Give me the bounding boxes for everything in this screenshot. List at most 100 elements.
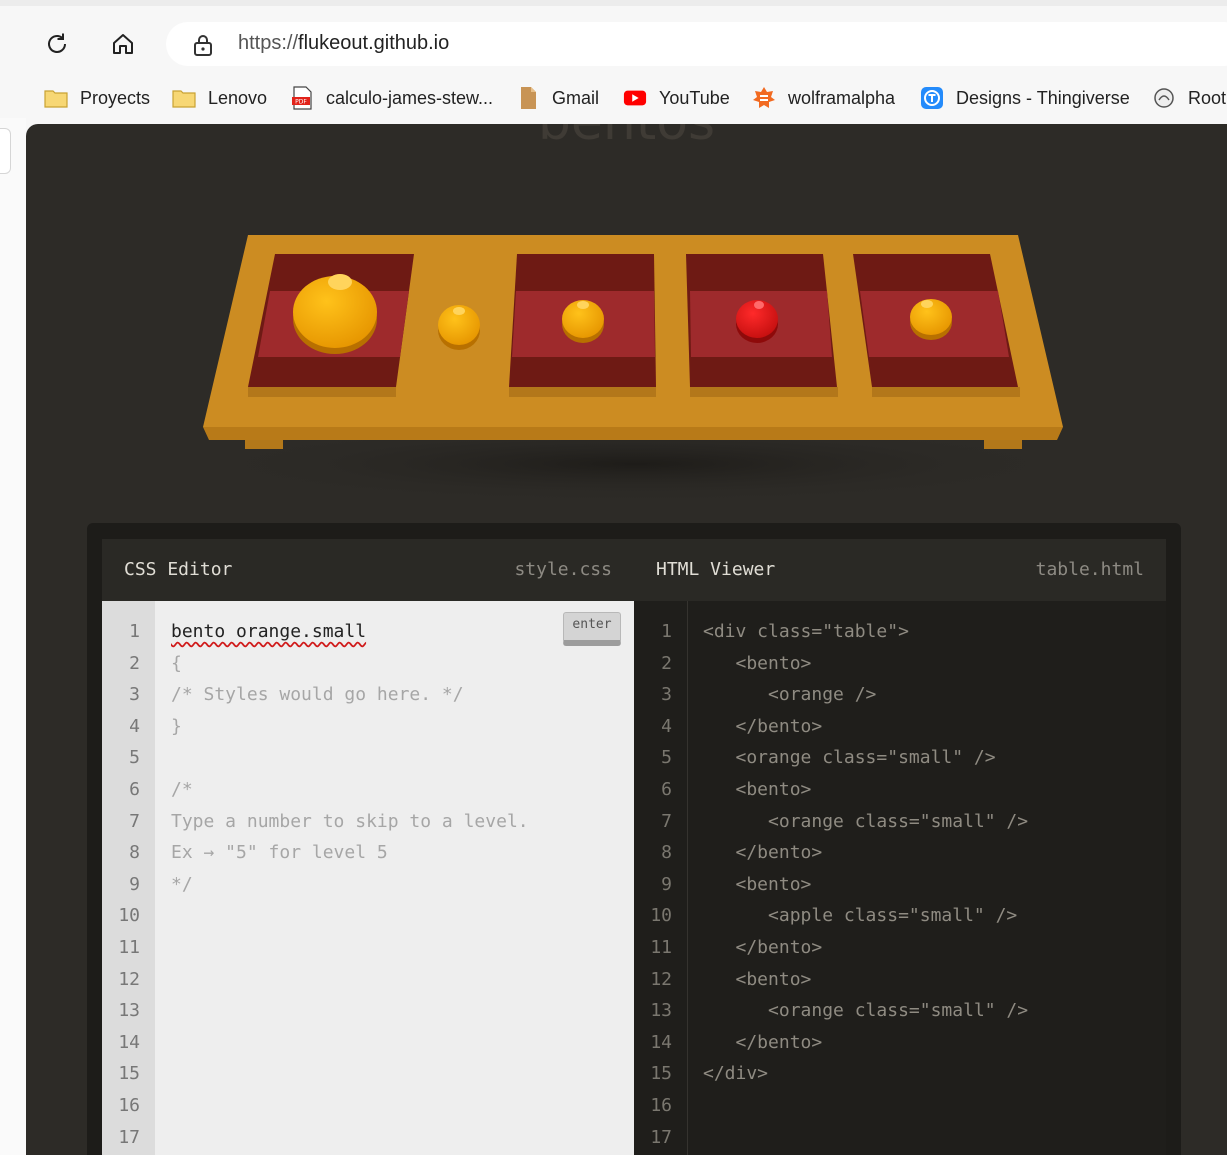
side-panel — [0, 118, 26, 1155]
html-viewer-header: HTML Viewer table.html — [634, 539, 1166, 602]
css-code-line: /* Styles would go here. */ — [171, 684, 464, 706]
line-number: 7 — [129, 810, 140, 832]
apple-small[interactable] — [736, 300, 778, 343]
bookmark-label: calculo-james-stew... — [326, 87, 494, 108]
document-icon — [516, 87, 540, 109]
css-code-line: /* — [171, 779, 193, 800]
refresh-icon — [48, 33, 66, 53]
line-number: 8 — [129, 842, 140, 864]
enter-button[interactable]: enter — [563, 612, 621, 646]
pdf-icon: PDF — [290, 86, 314, 110]
css-code-line: */ — [171, 873, 193, 895]
html-code-line: <orange class="small" /> — [703, 810, 1029, 832]
line-number: 17 — [650, 1126, 672, 1148]
line-number: 2 — [129, 652, 140, 674]
bookmark-youtube[interactable]: YouTube — [623, 86, 730, 110]
bookmark-label: Designs - Thingiverse — [956, 87, 1130, 108]
html-code-line: </bento> — [703, 937, 823, 958]
line-number: 14 — [118, 1031, 140, 1053]
orange-small[interactable] — [910, 299, 952, 340]
line-number: 11 — [650, 937, 672, 958]
html-code-line: <bento> — [703, 873, 812, 895]
css-editor-title: CSS Editor — [124, 559, 233, 580]
line-number: 12 — [650, 968, 672, 990]
line-number: 11 — [118, 937, 140, 958]
line-number: 9 — [129, 873, 140, 895]
html-code-line: </bento> — [703, 715, 823, 737]
address-bar[interactable]: https://flukeout.github.io — [166, 22, 1227, 66]
bookmark-label: Gmail — [552, 87, 600, 108]
bookmark-lenovo[interactable]: Lenovo — [172, 86, 267, 110]
svg-text:PDF: PDF — [295, 99, 307, 106]
css-editor-filename: style.css — [514, 559, 612, 580]
bookmark-label: Root — [1188, 87, 1227, 108]
html-viewer-title: HTML Viewer — [656, 559, 776, 580]
bookmarks-bar: Proyects Lenovo PDF calculo-james-stew..… — [0, 78, 1227, 118]
line-number: 16 — [650, 1095, 672, 1116]
css-selector-input[interactable]: bento orange.small — [171, 621, 366, 642]
line-number: 12 — [118, 968, 140, 990]
home-icon — [113, 34, 133, 54]
line-number: 1 — [129, 621, 140, 642]
css-code-line: Type a number to skip to a level. — [171, 810, 529, 832]
css-editor: 1 2 3 4 5 6 7 8 9 10 11 12 13 14 15 16 17 bento orange.s… — [102, 601, 634, 1155]
line-number: 4 — [661, 715, 672, 737]
table-front-edge — [203, 427, 1063, 440]
line-number: 15 — [118, 1063, 140, 1085]
html-code-line: </div> — [703, 1063, 769, 1085]
bookmark-root[interactable]: Root — [1152, 86, 1226, 110]
bookmark-label: wolframalpha — [788, 87, 896, 108]
line-number: 6 — [129, 779, 140, 800]
line-number: 3 — [661, 684, 672, 706]
line-number: 10 — [650, 905, 672, 927]
html-code-line: <bento> — [703, 652, 812, 674]
html-code-line: <apple class="small" /> — [703, 905, 1018, 927]
bookmark-label: Proyects — [80, 87, 151, 108]
game-table — [186, 235, 1086, 504]
line-number: 5 — [129, 747, 140, 769]
html-code-line: </bento> — [703, 842, 823, 864]
lock-icon[interactable] — [192, 33, 214, 61]
url-host: flukeout.github.io — [298, 32, 450, 54]
html-viewer-filename: table.html — [1035, 559, 1144, 580]
line-number: 6 — [661, 779, 672, 800]
html-viewer: 1 2 3 4 5 6 7 8 9 10 11 12 13 14 15 16 17 <div class="ta… — [634, 601, 1166, 1155]
youtube-icon — [623, 87, 647, 109]
line-number: 4 — [129, 715, 140, 737]
line-number: 13 — [650, 1000, 672, 1022]
line-number: 14 — [650, 1031, 672, 1053]
game-page: bentos — [26, 124, 1227, 1155]
line-number: 3 — [129, 684, 140, 706]
refresh-button[interactable] — [41, 28, 73, 60]
orange-small[interactable] — [438, 305, 480, 350]
folder-icon — [172, 87, 196, 109]
css-editor-header: CSS Editor style.css — [102, 539, 634, 601]
bookmark-wolframalpha[interactable]: wolframalpha — [752, 86, 895, 110]
root-icon — [1152, 87, 1176, 109]
side-panel-tab[interactable] — [0, 128, 11, 174]
bookmark-calculo[interactable]: PDF calculo-james-stew... — [290, 86, 493, 110]
html-code-line: <bento> — [703, 968, 812, 990]
bookmark-proyects[interactable]: Proyects — [44, 86, 150, 110]
url-text[interactable]: https://flukeout.github.io — [238, 32, 449, 55]
orange-small[interactable] — [562, 300, 604, 343]
wolfram-icon — [752, 87, 776, 109]
html-code-line: </bento> — [703, 1031, 823, 1053]
line-number: 2 — [661, 652, 672, 674]
html-code-line: <orange class="small" /> — [703, 1000, 1029, 1022]
css-code-line: { — [171, 652, 182, 674]
line-number: 16 — [118, 1095, 140, 1116]
html-code-line: <div class="table"> — [703, 621, 909, 642]
html-code-line: <orange class="small" /> — [703, 747, 996, 769]
url-protocol: https:// — [238, 32, 299, 54]
html-code-line: <bento> — [703, 779, 812, 800]
home-button[interactable] — [107, 28, 139, 60]
line-number: 10 — [118, 905, 140, 927]
css-code-line: Ex → "5" for level 5 — [171, 842, 388, 864]
bookmark-label: Lenovo — [208, 87, 268, 108]
line-number: 15 — [650, 1063, 672, 1085]
back-icon[interactable] — [0, 28, 12, 60]
line-number: 8 — [661, 842, 672, 864]
bookmark-gmail[interactable]: Gmail — [516, 86, 599, 110]
bookmark-thingiverse[interactable]: Designs - Thingiverse — [920, 86, 1130, 110]
